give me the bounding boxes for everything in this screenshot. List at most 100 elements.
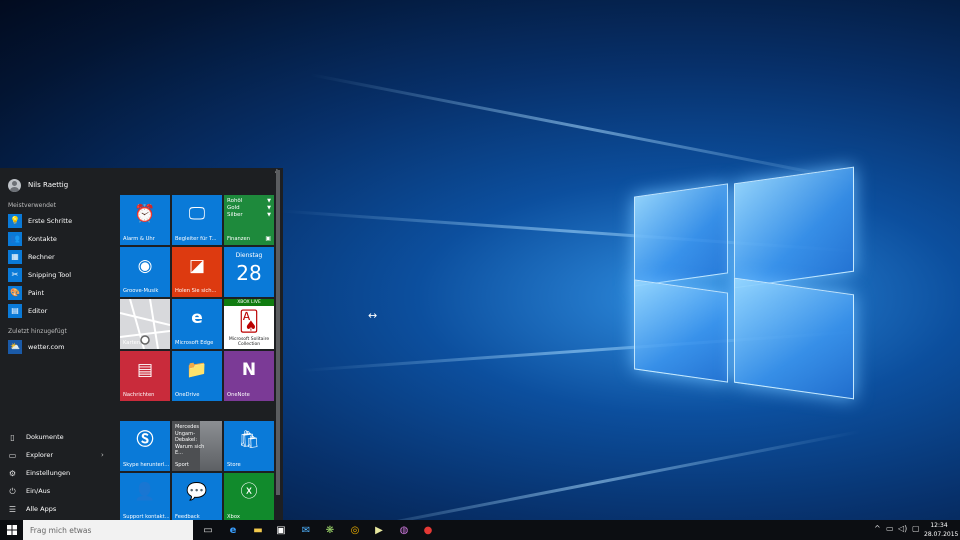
contacts-icon: 👥	[8, 231, 22, 246]
app-label: Editor	[28, 306, 48, 315]
start-scrollbar[interactable]	[276, 170, 280, 495]
avatar	[8, 178, 21, 192]
store-taskbar-icon[interactable]: ▣	[273, 522, 289, 538]
tile-groove[interactable]: ◉ Groove-Musik	[120, 247, 170, 297]
documents-label: Dokumente	[26, 433, 64, 441]
chrome-taskbar-icon[interactable]: ◎	[347, 522, 363, 538]
music-disc-icon: ◉	[137, 256, 153, 276]
user-account[interactable]: Nils Raettig	[8, 177, 68, 193]
tile-store[interactable]: 🛍 Store	[224, 421, 274, 471]
all-apps-label: Alle Apps	[26, 505, 57, 513]
support-person-icon: 👤	[134, 482, 156, 502]
media-taskbar-icon[interactable]: ▶	[371, 522, 387, 538]
app-item-first-steps[interactable]: 💡 Erste Schritte	[8, 213, 72, 228]
settings-label: Einstellungen	[26, 469, 71, 477]
finance-row: Silber	[227, 212, 243, 218]
power-label: Ein/Aus	[26, 487, 51, 495]
app-item-wetter[interactable]: ⛅ wetter.com	[8, 339, 64, 354]
tile-sport[interactable]: Mercedes Ungarn-Debakel: Warum sich E...…	[172, 421, 222, 471]
tile-skype[interactable]: Ⓢ Skype herunterl...	[120, 421, 170, 471]
app-item-contacts[interactable]: 👥 Kontakte	[8, 231, 57, 246]
light-beam	[310, 73, 861, 183]
recently-added-heading: Zuletzt hinzugefügt	[8, 328, 67, 335]
tile-label: Store	[227, 462, 241, 468]
tile-label: Skype herunterl...	[123, 462, 169, 468]
all-apps-button[interactable]: ☰ Alle Apps	[8, 502, 56, 516]
xbox-live-badge: XBOX LIVE	[224, 299, 274, 306]
windows-start-icon	[6, 525, 17, 535]
gear-icon: ⚙	[8, 468, 17, 478]
clock-date: 28.07.2015	[924, 531, 959, 538]
explorer-label: Explorer	[26, 451, 54, 459]
tile-solitaire[interactable]: XBOX LIVE 🂡 Microsoft Solitaire Collecti…	[224, 299, 274, 349]
app-label: Snipping Tool	[28, 270, 72, 279]
scissors-icon: ✂	[8, 267, 22, 282]
tile-xbox[interactable]: ⓧ Xbox	[224, 473, 274, 523]
app-item-snipping-tool[interactable]: ✂ Snipping Tool	[8, 267, 71, 282]
tile-companion[interactable]: 🖵 Begleiter für T...	[172, 195, 222, 245]
task-view-icon[interactable]: ▭	[200, 522, 216, 538]
app-item-paint[interactable]: 🎨 Paint	[8, 285, 44, 300]
tile-feedback[interactable]: 💬 Feedback	[172, 473, 222, 523]
tile-news[interactable]: ▤ Nachrichten	[120, 351, 170, 401]
explorer-taskbar-icon[interactable]: ▬	[250, 522, 266, 538]
tile-office[interactable]: ◪ Holen Sie sich...	[172, 247, 222, 297]
logo-pane	[734, 277, 854, 400]
tile-label: Microsoft Solitaire Collection	[228, 337, 270, 347]
start-button[interactable]	[0, 520, 23, 540]
search-placeholder: Frag mich etwas	[30, 526, 92, 535]
calculator-icon: ▦	[8, 249, 22, 264]
app-label: Kontakte	[28, 234, 57, 243]
app-item-calculator[interactable]: ▦ Rechner	[8, 249, 55, 264]
tile-calendar[interactable]: Dienstag 28	[224, 247, 274, 297]
power-button[interactable]: ⏻ Ein/Aus	[8, 484, 50, 498]
finance-row: Gold	[227, 205, 240, 211]
tile-label: Begleiter für T...	[175, 236, 217, 242]
search-box[interactable]: Frag mich etwas	[23, 520, 193, 540]
app-item-editor[interactable]: ▤ Editor	[8, 303, 47, 318]
app-label: Erste Schritte	[28, 216, 73, 225]
network-icon[interactable]: ▭	[886, 524, 894, 533]
chevron-right-icon[interactable]: ›	[101, 451, 104, 459]
folder-icon: ▭	[8, 450, 17, 460]
tile-support[interactable]: 👤 Support kontakt...	[120, 473, 170, 523]
alarm-clock-icon: ⏰	[134, 204, 156, 224]
light-beam	[329, 430, 861, 520]
folder-icon: 📁	[186, 360, 208, 380]
notepad-icon: ▤	[8, 303, 22, 318]
document-icon: ▯	[10, 432, 15, 442]
app-taskbar-icon[interactable]: ❋	[322, 522, 338, 538]
chevron-up-icon[interactable]: ^	[874, 524, 881, 533]
tile-label: Sport	[175, 462, 189, 468]
clock-time: 12:34	[930, 522, 948, 529]
mail-taskbar-icon[interactable]: ✉	[298, 522, 314, 538]
documents-link[interactable]: ▯ Dokumente	[8, 430, 64, 444]
clock[interactable]: 12:34 28.07.2015	[924, 521, 959, 539]
tile-label: OneNote	[227, 392, 250, 398]
logo-pane	[634, 279, 728, 383]
settings-link[interactable]: ⚙ Einstellungen	[8, 466, 70, 480]
tile-onenote[interactable]: N OneNote	[224, 351, 274, 401]
resize-cursor-icon: ↔	[368, 309, 378, 322]
logo-pane	[634, 183, 728, 287]
tile-maps[interactable]: Karten	[120, 299, 170, 349]
record-taskbar-icon[interactable]: ●	[420, 522, 436, 538]
app-label: wetter.com	[28, 342, 65, 351]
tile-label: Holen Sie sich...	[175, 288, 217, 294]
app2-taskbar-icon[interactable]: ◍	[396, 522, 412, 538]
power-icon: ⏻	[9, 486, 16, 496]
tile-finance[interactable]: Rohöl Gold Silber ▼ ▼ ▼ Finanzen ▣	[224, 195, 274, 245]
tile-alarm[interactable]: ⏰ Alarm & Uhr	[120, 195, 170, 245]
office-icon: ◪	[188, 256, 206, 276]
tile-label: Nachrichten	[123, 392, 155, 398]
tile-edge[interactable]: e Microsoft Edge	[172, 299, 222, 349]
logo-pane	[734, 166, 854, 289]
tile-label: OneDrive	[175, 392, 200, 398]
edge-taskbar-icon[interactable]: e	[225, 522, 241, 538]
tile-onedrive[interactable]: 📁 OneDrive	[172, 351, 222, 401]
notification-icon[interactable]: ▢	[912, 524, 920, 533]
user-name: Nils Raettig	[28, 181, 69, 189]
explorer-link[interactable]: ▭ Explorer	[8, 448, 53, 462]
feedback-icon: 💬	[186, 482, 208, 502]
volume-icon[interactable]: ◁)	[898, 524, 907, 533]
